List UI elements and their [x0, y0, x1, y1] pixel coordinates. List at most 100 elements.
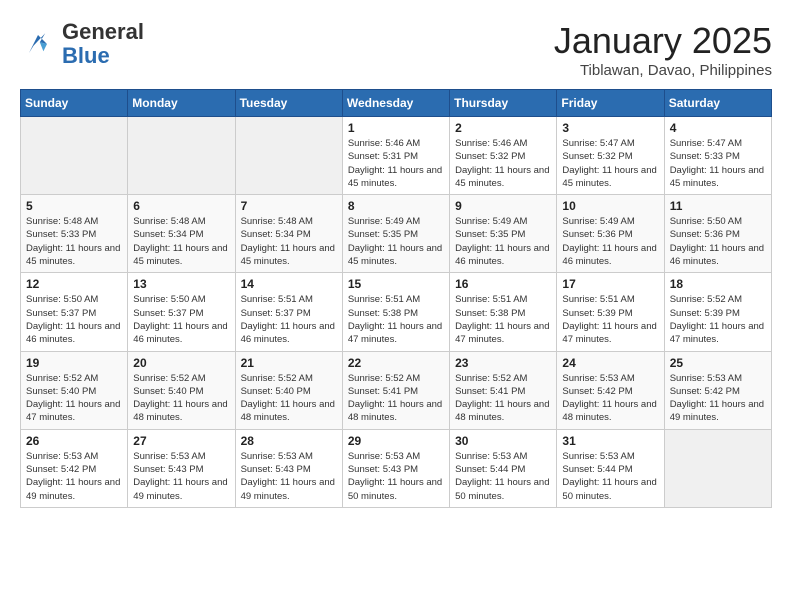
day-info: Sunrise: 5:47 AM Sunset: 5:32 PM Dayligh…: [562, 137, 658, 190]
page-header: General Blue January 2025 Tiblawan, Dava…: [20, 20, 772, 79]
weekday-header-monday: Monday: [128, 90, 235, 117]
day-number: 29: [348, 434, 444, 448]
day-number: 5: [26, 199, 122, 213]
day-info: Sunrise: 5:52 AM Sunset: 5:40 PM Dayligh…: [241, 372, 337, 425]
logo-line2: Blue: [62, 44, 144, 68]
day-number: 24: [562, 356, 658, 370]
calendar-cell: 11 Sunrise: 5:50 AM Sunset: 5:36 PM Dayli…: [664, 195, 771, 273]
day-number: 16: [455, 277, 551, 291]
calendar-cell: 22 Sunrise: 5:52 AM Sunset: 5:41 PM Dayli…: [342, 351, 449, 429]
calendar-week-3: 12 Sunrise: 5:50 AM Sunset: 5:37 PM Dayli…: [21, 273, 772, 351]
calendar-cell: [128, 117, 235, 195]
day-number: 25: [670, 356, 766, 370]
day-number: 8: [348, 199, 444, 213]
day-number: 13: [133, 277, 229, 291]
day-info: Sunrise: 5:52 AM Sunset: 5:40 PM Dayligh…: [133, 372, 229, 425]
day-info: Sunrise: 5:52 AM Sunset: 5:41 PM Dayligh…: [455, 372, 551, 425]
title-block: January 2025 Tiblawan, Davao, Philippine…: [554, 20, 772, 79]
day-info: Sunrise: 5:53 AM Sunset: 5:43 PM Dayligh…: [348, 450, 444, 503]
calendar-cell: 10Sunrise: 5:49 AM Sunset: 5:36 PM Dayli…: [557, 195, 664, 273]
day-number: 18: [670, 277, 766, 291]
calendar-cell: [664, 429, 771, 507]
day-number: 14: [241, 277, 337, 291]
calendar-cell: [235, 117, 342, 195]
day-number: 30: [455, 434, 551, 448]
calendar-cell: 17 Sunrise: 5:51 AM Sunset: 5:39 PM Dayli…: [557, 273, 664, 351]
day-info: Sunrise: 5:50 AM Sunset: 5:37 PM Dayligh…: [133, 293, 229, 346]
day-number: 21: [241, 356, 337, 370]
weekday-header-sunday: Sunday: [21, 90, 128, 117]
calendar-cell: 4 Sunrise: 5:47 AM Sunset: 5:33 PM Daylig…: [664, 117, 771, 195]
day-number: 28: [241, 434, 337, 448]
calendar-cell: 18 Sunrise: 5:52 AM Sunset: 5:39 PM Dayli…: [664, 273, 771, 351]
day-number: 4: [670, 121, 766, 135]
day-info: Sunrise: 5:53 AM Sunset: 5:43 PM Dayligh…: [133, 450, 229, 503]
calendar-cell: 12 Sunrise: 5:50 AM Sunset: 5:37 PM Dayli…: [21, 273, 128, 351]
day-info: Sunrise: 5:48 AM Sunset: 5:34 PM Dayligh…: [133, 215, 229, 268]
day-number: 11: [670, 199, 766, 213]
day-number: 7: [241, 199, 337, 213]
calendar-cell: 28 Sunrise: 5:53 AM Sunset: 5:43 PM Dayli…: [235, 429, 342, 507]
calendar-table: SundayMondayTuesdayWednesdayThursdayFrid…: [20, 89, 772, 508]
calendar-cell: 25 Sunrise: 5:53 AM Sunset: 5:42 PM Dayli…: [664, 351, 771, 429]
day-info: Sunrise: 5:51 AM Sunset: 5:38 PM Dayligh…: [455, 293, 551, 346]
calendar-cell: 30Sunrise: 5:53 AM Sunset: 5:44 PM Dayli…: [450, 429, 557, 507]
calendar-cell: 2 Sunrise: 5:46 AM Sunset: 5:32 PM Daylig…: [450, 117, 557, 195]
day-info: Sunrise: 5:46 AM Sunset: 5:31 PM Dayligh…: [348, 137, 444, 190]
day-number: 12: [26, 277, 122, 291]
day-info: Sunrise: 5:53 AM Sunset: 5:42 PM Dayligh…: [670, 372, 766, 425]
day-number: 3: [562, 121, 658, 135]
day-info: Sunrise: 5:50 AM Sunset: 5:36 PM Dayligh…: [670, 215, 766, 268]
logo-line1: General: [62, 20, 144, 44]
day-number: 6: [133, 199, 229, 213]
calendar-cell: 16 Sunrise: 5:51 AM Sunset: 5:38 PM Dayli…: [450, 273, 557, 351]
calendar-cell: 5Sunrise: 5:48 AM Sunset: 5:33 PM Daylig…: [21, 195, 128, 273]
weekday-header-tuesday: Tuesday: [235, 90, 342, 117]
calendar-cell: 6 Sunrise: 5:48 AM Sunset: 5:34 PM Daylig…: [128, 195, 235, 273]
calendar-cell: 29 Sunrise: 5:53 AM Sunset: 5:43 PM Dayli…: [342, 429, 449, 507]
calendar-cell: 9 Sunrise: 5:49 AM Sunset: 5:35 PM Daylig…: [450, 195, 557, 273]
day-number: 9: [455, 199, 551, 213]
calendar-body: 1 Sunrise: 5:46 AM Sunset: 5:31 PM Daylig…: [21, 117, 772, 508]
day-info: Sunrise: 5:51 AM Sunset: 5:39 PM Dayligh…: [562, 293, 658, 346]
calendar-cell: 15 Sunrise: 5:51 AM Sunset: 5:38 PM Dayli…: [342, 273, 449, 351]
location-title: Tiblawan, Davao, Philippines: [554, 62, 772, 79]
calendar-week-2: 5Sunrise: 5:48 AM Sunset: 5:33 PM Daylig…: [21, 195, 772, 273]
calendar-cell: 20 Sunrise: 5:52 AM Sunset: 5:40 PM Dayli…: [128, 351, 235, 429]
calendar-cell: 24 Sunrise: 5:53 AM Sunset: 5:42 PM Dayli…: [557, 351, 664, 429]
weekday-header-saturday: Saturday: [664, 90, 771, 117]
day-info: Sunrise: 5:53 AM Sunset: 5:42 PM Dayligh…: [562, 372, 658, 425]
day-number: 22: [348, 356, 444, 370]
month-title: January 2025: [554, 20, 772, 62]
day-info: Sunrise: 5:52 AM Sunset: 5:39 PM Dayligh…: [670, 293, 766, 346]
day-info: Sunrise: 5:46 AM Sunset: 5:32 PM Dayligh…: [455, 137, 551, 190]
day-number: 31: [562, 434, 658, 448]
weekday-header-wednesday: Wednesday: [342, 90, 449, 117]
day-info: Sunrise: 5:49 AM Sunset: 5:35 PM Dayligh…: [455, 215, 551, 268]
day-number: 15: [348, 277, 444, 291]
day-info: Sunrise: 5:52 AM Sunset: 5:40 PM Dayligh…: [26, 372, 122, 425]
day-info: Sunrise: 5:49 AM Sunset: 5:36 PM Dayligh…: [562, 215, 658, 268]
day-info: Sunrise: 5:51 AM Sunset: 5:37 PM Dayligh…: [241, 293, 337, 346]
day-number: 19: [26, 356, 122, 370]
day-info: Sunrise: 5:47 AM Sunset: 5:33 PM Dayligh…: [670, 137, 766, 190]
calendar-cell: 19 Sunrise: 5:52 AM Sunset: 5:40 PM Dayli…: [21, 351, 128, 429]
calendar-cell: 13 Sunrise: 5:50 AM Sunset: 5:37 PM Dayli…: [128, 273, 235, 351]
day-number: 1: [348, 121, 444, 135]
calendar-cell: [21, 117, 128, 195]
calendar-week-1: 1 Sunrise: 5:46 AM Sunset: 5:31 PM Daylig…: [21, 117, 772, 195]
calendar-cell: 31Sunrise: 5:53 AM Sunset: 5:44 PM Dayli…: [557, 429, 664, 507]
day-number: 17: [562, 277, 658, 291]
calendar-cell: 8 Sunrise: 5:49 AM Sunset: 5:35 PM Daylig…: [342, 195, 449, 273]
day-info: Sunrise: 5:50 AM Sunset: 5:37 PM Dayligh…: [26, 293, 122, 346]
day-info: Sunrise: 5:52 AM Sunset: 5:41 PM Dayligh…: [348, 372, 444, 425]
calendar-cell: 27Sunrise: 5:53 AM Sunset: 5:43 PM Dayli…: [128, 429, 235, 507]
day-info: Sunrise: 5:53 AM Sunset: 5:43 PM Dayligh…: [241, 450, 337, 503]
day-info: Sunrise: 5:51 AM Sunset: 5:38 PM Dayligh…: [348, 293, 444, 346]
day-number: 20: [133, 356, 229, 370]
calendar-cell: 26Sunrise: 5:53 AM Sunset: 5:42 PM Dayli…: [21, 429, 128, 507]
day-number: 2: [455, 121, 551, 135]
day-info: Sunrise: 5:49 AM Sunset: 5:35 PM Dayligh…: [348, 215, 444, 268]
weekday-header-thursday: Thursday: [450, 90, 557, 117]
logo: General Blue: [20, 20, 144, 68]
